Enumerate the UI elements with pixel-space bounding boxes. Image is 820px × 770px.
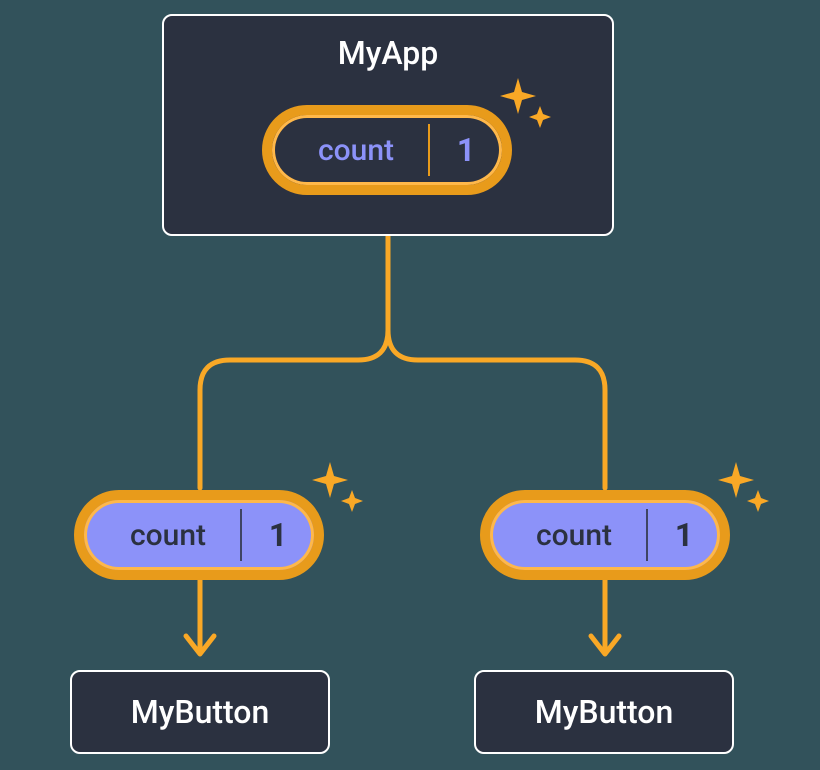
child-props-pill: count 1 bbox=[74, 490, 324, 580]
pill-divider bbox=[646, 509, 648, 561]
sparkle-icon bbox=[498, 78, 558, 138]
props-label: count bbox=[490, 518, 646, 553]
child-component-box: MyButton bbox=[70, 670, 330, 754]
child-component-title: MyButton bbox=[535, 693, 674, 731]
child-props-pill: count 1 bbox=[480, 490, 730, 580]
state-value: 1 bbox=[430, 131, 502, 169]
props-label: count bbox=[84, 518, 240, 553]
state-label: count bbox=[272, 133, 428, 168]
child-component-title: MyButton bbox=[131, 693, 270, 731]
sparkle-icon bbox=[310, 462, 370, 522]
sparkle-icon bbox=[716, 462, 776, 522]
parent-state-pill: count 1 bbox=[262, 105, 512, 195]
props-value: 1 bbox=[242, 516, 314, 554]
props-value: 1 bbox=[648, 516, 720, 554]
pill-divider bbox=[240, 509, 242, 561]
parent-component-title: MyApp bbox=[338, 34, 439, 72]
child-component-box: MyButton bbox=[474, 670, 734, 754]
